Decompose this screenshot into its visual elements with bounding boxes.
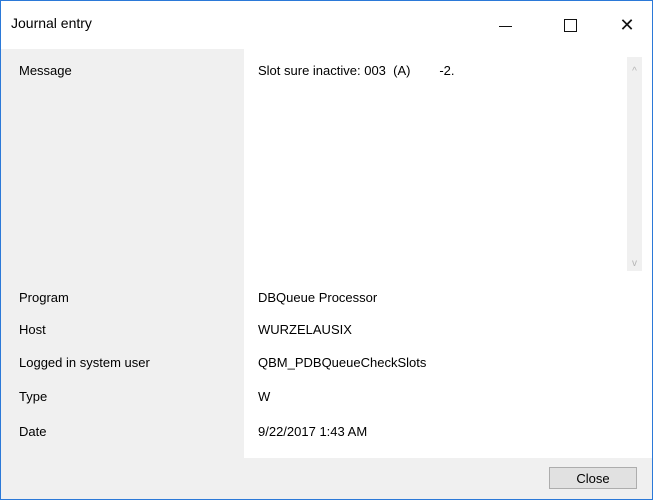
type-value: W (258, 389, 271, 404)
logged-in-user-value: QBM_PDBQueueCheckSlots (258, 355, 427, 370)
chevron-down-icon[interactable]: v (627, 255, 642, 271)
maximize-icon (563, 18, 577, 32)
message-scrollbar[interactable]: ^ v (627, 57, 642, 271)
close-icon: ✕ (619, 14, 635, 35)
host-value: WURZELAUSIX (258, 322, 352, 337)
journal-details: Message Slot sure inactive: 003 (A) -2. … (1, 49, 652, 458)
minimize-icon (498, 25, 512, 27)
close-window-button[interactable]: ✕ (604, 10, 650, 40)
message-label: Message (19, 63, 72, 78)
titlebar: Journal entry ✕ (1, 1, 652, 49)
program-label: Program (19, 290, 69, 305)
dialog-footer: Close (1, 458, 652, 499)
message-text[interactable]: Slot sure inactive: 003 (A) -2. (258, 63, 618, 273)
window-title: Journal entry (11, 15, 92, 31)
host-label: Host (19, 322, 46, 337)
close-button[interactable]: Close (549, 467, 637, 489)
minimize-button[interactable] (482, 10, 528, 40)
chevron-up-icon[interactable]: ^ (627, 63, 642, 79)
type-label: Type (19, 389, 48, 404)
logged-in-user-label: Logged in system user (19, 355, 150, 370)
maximize-button[interactable] (547, 10, 593, 40)
date-value: 9/22/2017 1:43 AM (258, 424, 368, 439)
date-label: Date (19, 424, 47, 439)
journal-entry-dialog: Journal entry ✕ Message Slot sure inacti… (0, 0, 653, 500)
program-value: DBQueue Processor (258, 290, 378, 305)
